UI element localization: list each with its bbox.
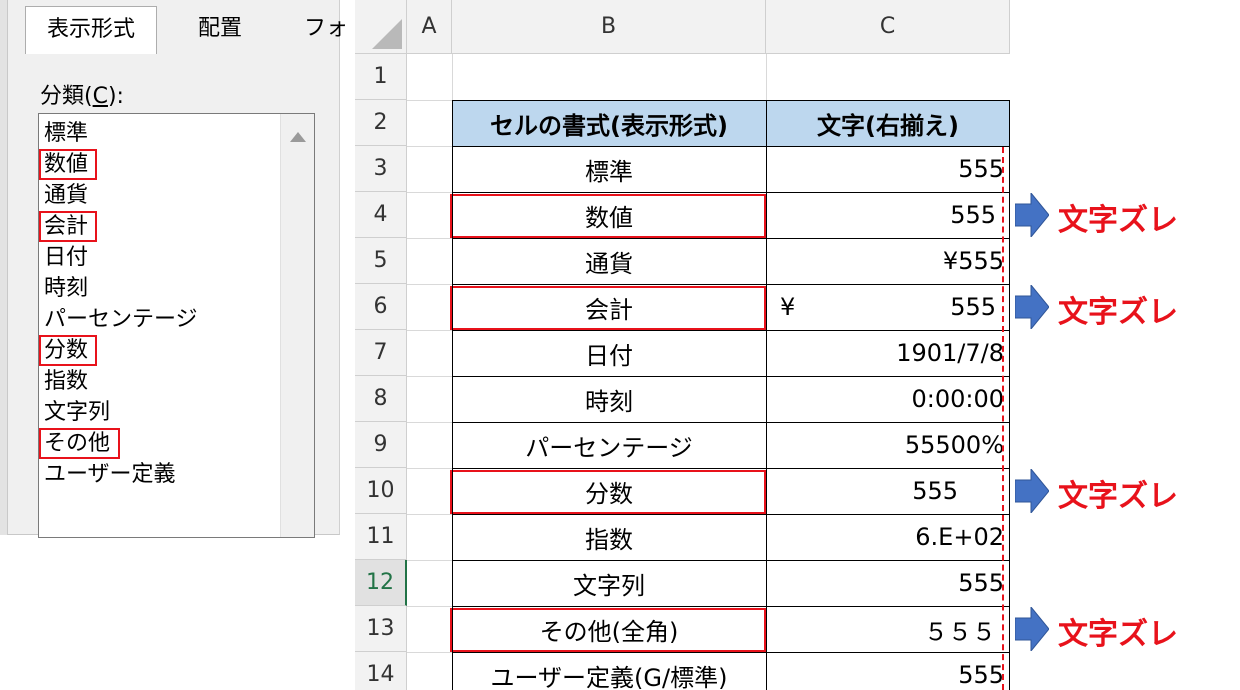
format-name-cell[interactable]: 指数	[452, 514, 766, 560]
table-border	[452, 100, 453, 690]
tab-alignment[interactable]: 配置	[165, 6, 275, 52]
tab-font[interactable]: フォ	[290, 6, 350, 52]
scroll-up-arrow-icon[interactable]	[290, 132, 306, 142]
table-border	[452, 514, 1010, 515]
value-cell[interactable]: ¥555	[766, 238, 1010, 284]
category-list[interactable]: 標準 数値 通貨 会計 日付 時刻 パーセンテージ 分数 指数 文字列 その他 ユーザー定義	[38, 113, 315, 538]
category-label: 分類(C):	[40, 78, 124, 110]
format-name-cell[interactable]: 日付	[452, 330, 766, 376]
row-header-5[interactable]: 5	[355, 238, 407, 284]
format-name-cell[interactable]: 通貨	[452, 238, 766, 284]
row-header-8[interactable]: 8	[355, 376, 407, 422]
category-item[interactable]: ユーザー定義	[44, 459, 176, 490]
table-border	[452, 238, 1010, 239]
table-border	[452, 468, 1010, 469]
table-border	[452, 192, 1010, 193]
value-cell[interactable]: 555	[766, 146, 1010, 192]
value-cell[interactable]: 555	[766, 560, 1010, 606]
category-item[interactable]: パーセンテージ	[44, 304, 198, 335]
right-arrow-icon	[1015, 469, 1049, 513]
format-name-cell[interactable]: 時刻	[452, 376, 766, 422]
format-name-cell[interactable]: 標準	[452, 146, 766, 192]
value-cell[interactable]: 0:00:00	[766, 376, 1010, 422]
dialog-edge	[0, 0, 8, 535]
value-cell[interactable]: 55500%	[766, 422, 1010, 468]
misalignment-note: 文字ズレ	[1058, 295, 1178, 330]
format-highlight-box	[450, 608, 766, 652]
table-border	[452, 100, 1010, 101]
category-item[interactable]: 日付	[44, 242, 88, 273]
format-highlight-box	[450, 194, 766, 238]
category-item[interactable]: 指数	[44, 366, 88, 397]
right-arrow-icon	[1015, 193, 1049, 237]
value-cell[interactable]: 555	[766, 284, 1010, 330]
row-header-1[interactable]: 1	[355, 54, 407, 100]
row-header-4[interactable]: 4	[355, 192, 407, 238]
value-cell[interactable]: 555	[766, 468, 1010, 514]
misalignment-note: 文字ズレ	[1058, 617, 1178, 652]
row-header-10[interactable]: 10	[355, 468, 407, 514]
table-header-format: セルの書式(表示形式)	[452, 100, 766, 146]
right-arrow-icon	[1015, 607, 1049, 651]
format-highlight-box	[450, 470, 766, 514]
table-border	[452, 606, 1010, 607]
format-name-cell[interactable]: パーセンテージ	[452, 422, 766, 468]
table-border	[1009, 100, 1010, 690]
value-cell[interactable]: 555	[766, 192, 1010, 238]
select-all-triangle-icon	[372, 19, 402, 49]
category-list-scrollbar[interactable]	[280, 114, 314, 537]
row-header-14[interactable]: 14	[355, 652, 407, 690]
row-header-13[interactable]: 13	[355, 606, 407, 652]
select-all-corner[interactable]	[355, 0, 407, 54]
misalignment-note: 文字ズレ	[1058, 479, 1178, 514]
row-header-12[interactable]: 12	[355, 560, 407, 606]
table-header-text: 文字(右揃え)	[766, 100, 1010, 146]
alignment-guide-line	[1002, 147, 1004, 690]
category-item[interactable]: 通貨	[44, 180, 88, 211]
table-border	[452, 330, 1010, 331]
table-border	[766, 100, 767, 690]
right-arrow-icon	[1015, 285, 1049, 329]
category-label-suffix: ):	[107, 84, 124, 109]
table-border	[452, 284, 1010, 285]
column-header-a[interactable]: A	[407, 0, 452, 54]
column-header-b[interactable]: B	[452, 0, 766, 54]
category-highlight-box	[39, 211, 97, 242]
format-name-cell[interactable]: 文字列	[452, 560, 766, 606]
row-header-9[interactable]: 9	[355, 422, 407, 468]
value-cell[interactable]: 555	[766, 652, 1010, 690]
value-cell[interactable]: 6.E+02	[766, 514, 1010, 560]
format-cells-dialog: 表示形式 配置 フォ 分類(C): 標準 数値 通貨 会計 日付 時刻 パーセンテージ 分数指…	[0, 0, 348, 538]
category-highlight-box	[39, 149, 97, 180]
category-label-prefix: 分類(	[40, 84, 93, 109]
row-header-3[interactable]: 3	[355, 146, 407, 192]
category-item[interactable]: 文字列	[44, 397, 110, 428]
category-label-accesskey: C	[92, 84, 108, 109]
row-header-2[interactable]: 2	[355, 100, 407, 146]
row-header-6[interactable]: 6	[355, 284, 407, 330]
format-name-cell[interactable]: ユーザー定義(G/標準)	[452, 652, 766, 690]
misalignment-note: 文字ズレ	[1058, 203, 1178, 238]
row-header-11[interactable]: 11	[355, 514, 407, 560]
tab-number-format[interactable]: 表示形式	[25, 6, 157, 54]
table-border	[452, 376, 1010, 377]
category-highlight-box	[39, 335, 97, 366]
column-header-c[interactable]: C	[766, 0, 1010, 54]
value-cell[interactable]: ５５５	[766, 606, 1010, 652]
table-border	[452, 146, 1010, 147]
category-highlight-box	[39, 428, 120, 459]
value-cell[interactable]: 1901/7/8	[766, 330, 1010, 376]
format-highlight-box	[450, 286, 766, 330]
table-border	[452, 422, 1010, 423]
table-border	[452, 560, 1010, 561]
spreadsheet[interactable]: ABC 1 2 3 4 5 6 7 8 9 10 11 12 13 14 セルの書式(表示形式) 文字(右揃…	[355, 0, 1010, 690]
category-item[interactable]: 時刻	[44, 273, 88, 304]
row-header-7[interactable]: 7	[355, 330, 407, 376]
category-item[interactable]: 標準	[44, 118, 88, 149]
table-border	[452, 652, 1010, 653]
currency-symbol-cell: ¥	[780, 293, 796, 321]
